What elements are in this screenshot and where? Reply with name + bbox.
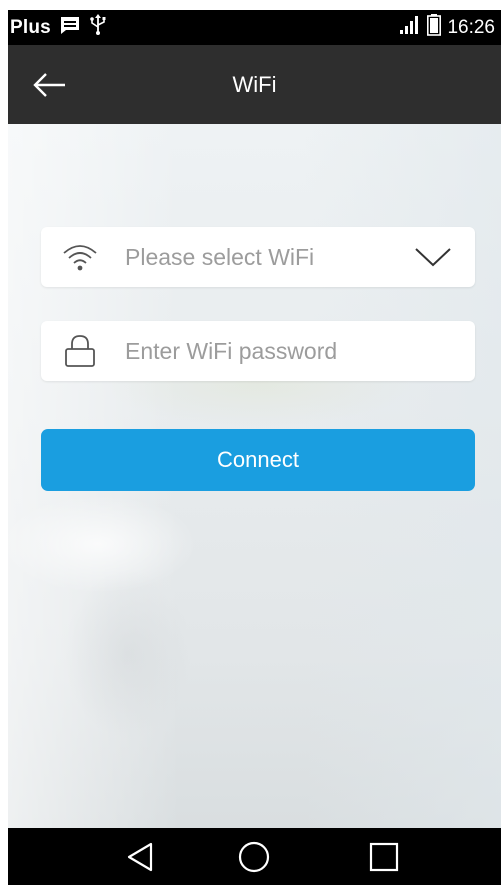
signal-icon — [399, 16, 421, 39]
usb-icon — [89, 14, 107, 41]
app-bar: WiFi — [8, 45, 501, 124]
nav-recents-button[interactable] — [354, 834, 414, 880]
message-icon — [59, 15, 81, 40]
phone-screen: Plus 16:26 WiFi Please select WiFi Conne… — [8, 10, 501, 885]
recents-square-icon — [369, 842, 399, 872]
page-title: WiFi — [232, 71, 277, 97]
carrier-name: Plus — [10, 16, 51, 38]
wifi-icon — [61, 239, 99, 275]
back-triangle-icon — [127, 842, 153, 872]
chevron-down-icon[interactable] — [413, 243, 453, 271]
home-circle-icon — [238, 841, 270, 873]
arrow-left-icon — [33, 73, 65, 97]
navigation-bar — [8, 828, 501, 885]
content-area: Please select WiFi Connect — [8, 124, 501, 828]
password-field — [41, 321, 475, 381]
password-input[interactable] — [125, 331, 455, 371]
battery-icon — [427, 14, 442, 41]
status-bar: Plus 16:26 — [8, 10, 501, 45]
status-left: Plus — [8, 10, 107, 45]
connect-button[interactable]: Connect — [41, 429, 475, 491]
nav-back-button[interactable] — [110, 834, 170, 880]
nav-home-button[interactable] — [224, 834, 284, 880]
wifi-select[interactable]: Please select WiFi — [41, 227, 475, 287]
lock-icon — [61, 333, 99, 369]
wifi-select-label: Please select WiFi — [125, 243, 315, 270]
status-right: 16:26 — [399, 10, 495, 45]
back-button[interactable] — [30, 67, 70, 103]
clock: 16:26 — [447, 16, 495, 38]
